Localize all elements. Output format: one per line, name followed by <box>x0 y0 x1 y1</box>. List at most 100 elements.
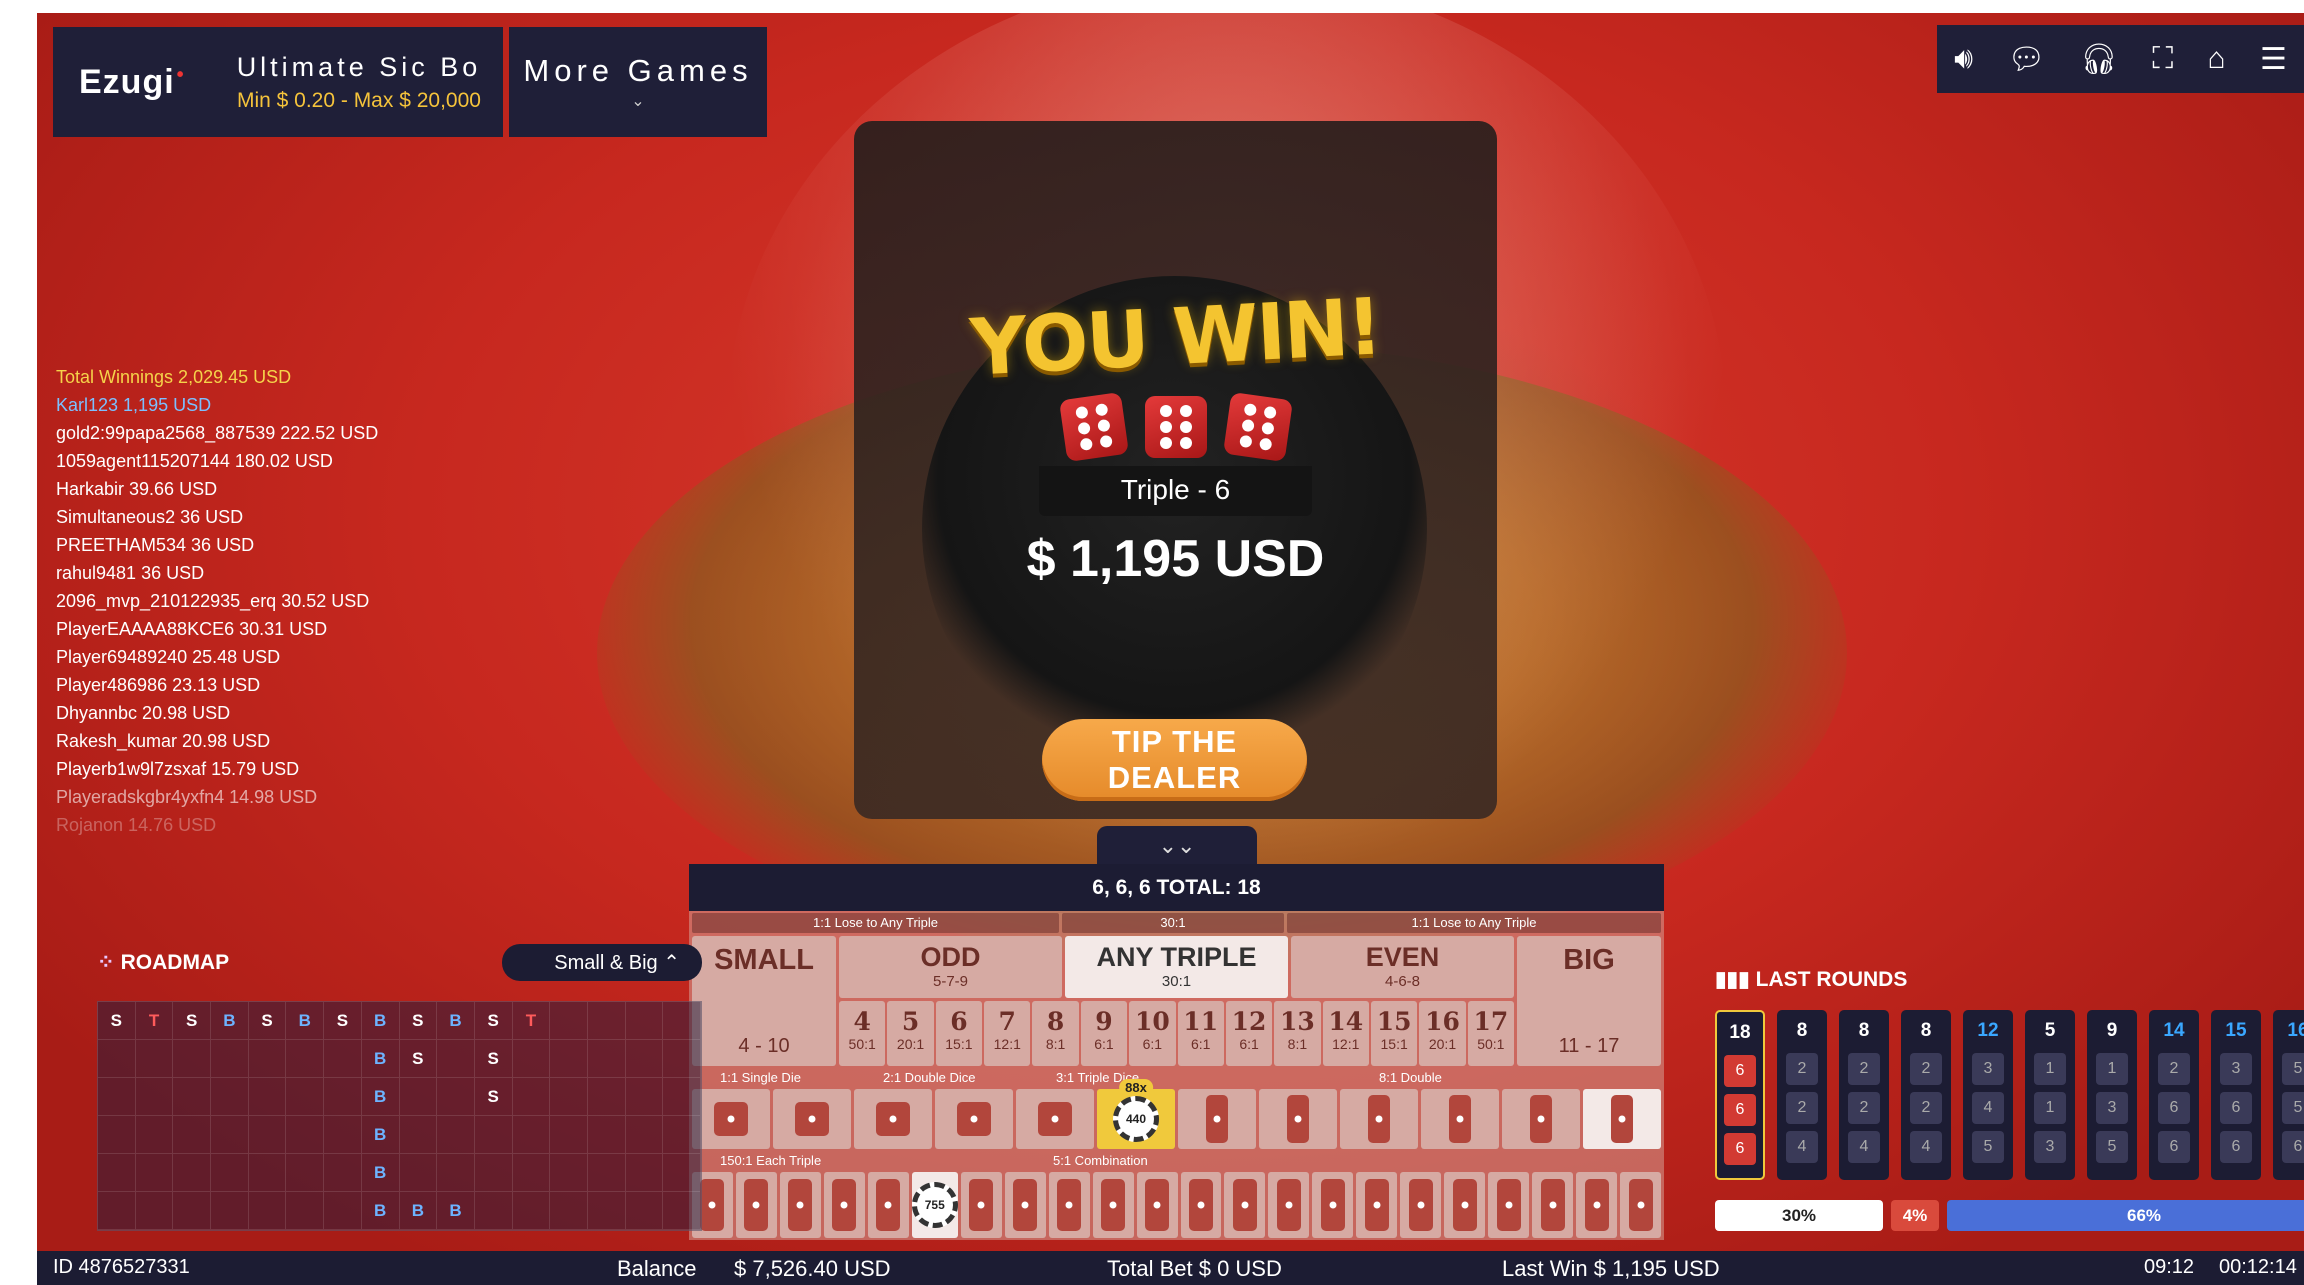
roadmap-cell: B <box>286 1002 325 1040</box>
bet-double[interactable] <box>1178 1089 1256 1149</box>
bet-each-triple[interactable] <box>867 1172 909 1238</box>
die-pair-icon <box>1189 1179 1213 1231</box>
bet-total-6[interactable]: 6 15:1 <box>935 1001 983 1066</box>
bet-total-17[interactable]: 17 50:1 <box>1467 1001 1515 1066</box>
bet-total-9[interactable]: 9 6:1 <box>1080 1001 1128 1066</box>
bet-combination[interactable] <box>1400 1172 1442 1238</box>
roadmap-cell <box>248 1154 287 1192</box>
die-pair-icon <box>1013 1179 1038 1231</box>
round-die-value: 1 <box>2096 1053 2128 1085</box>
bet-double-dice[interactable] <box>935 1089 1013 1149</box>
roadmap-cell: S <box>248 1002 287 1040</box>
bet-total-12[interactable]: 12 6:1 <box>1225 1001 1273 1066</box>
bet-total-15[interactable]: 15 15:1 <box>1370 1001 1418 1066</box>
outcome-distribution: 30% 4% 66% <box>1715 1200 2304 1231</box>
total-bet: Total Bet $ 0 USD <box>1107 1256 1282 1281</box>
bet-double-dice[interactable] <box>854 1089 932 1149</box>
roadmap-cell <box>512 1154 551 1192</box>
bet-double[interactable] <box>1421 1089 1499 1149</box>
chat-icon[interactable]: 💬︎ <box>2007 42 2045 77</box>
collapse-board-button[interactable]: ⌄⌄ <box>1097 826 1257 866</box>
die-pair-icon <box>1584 1179 1609 1231</box>
roadmap-cell <box>324 1116 362 1154</box>
bet-combination[interactable] <box>960 1172 1002 1238</box>
bet-total-5[interactable]: 5 20:1 <box>887 1001 934 1066</box>
round-die-value: 1 <box>2034 1092 2066 1124</box>
bet-each-triple-with-chip[interactable]: 755 <box>911 1172 958 1238</box>
bet-chip-icon: 755 <box>911 1182 958 1228</box>
roadmap-cell <box>211 1078 249 1116</box>
menu-icon[interactable]: ☰ <box>2260 42 2287 77</box>
bet-combination[interactable] <box>1268 1172 1310 1238</box>
chevron-up-icon: ⌃ <box>663 951 680 974</box>
bet-combination[interactable] <box>1576 1172 1618 1238</box>
bet-combination[interactable] <box>1180 1172 1222 1238</box>
home-icon[interactable]: ⌂ <box>2208 42 2226 76</box>
round-total: 5 <box>2044 1020 2056 1041</box>
bet-double[interactable] <box>1259 1089 1337 1149</box>
bet-each-triple[interactable] <box>823 1172 865 1238</box>
bet-combination[interactable] <box>1004 1172 1046 1238</box>
total-number: 8 <box>1046 1007 1065 1036</box>
bet-combination[interactable] <box>1532 1172 1574 1238</box>
bet-total-14[interactable]: 14 12:1 <box>1322 1001 1369 1066</box>
bet-triple-dice[interactable] <box>1016 1089 1094 1149</box>
bet-total-7[interactable]: 7 12:1 <box>984 1001 1031 1066</box>
bet-total-4[interactable]: 4 50:1 <box>839 1001 886 1066</box>
round-die-value: 6 <box>1724 1055 1756 1087</box>
bet-odd[interactable]: ODD 5-7-9 <box>839 936 1062 998</box>
bet-triple-six[interactable]: 88x 440 <box>1097 1079 1175 1149</box>
bet-combination[interactable] <box>1048 1172 1090 1238</box>
roadmap-cell: B <box>361 1192 400 1230</box>
bet-double[interactable] <box>1502 1089 1580 1149</box>
roadmap-mode-select[interactable]: Small & Big ⌃ <box>502 943 702 981</box>
bet-double[interactable] <box>1340 1089 1418 1149</box>
bet-even[interactable]: EVEN 4-6-8 <box>1291 936 1514 998</box>
win-modal: YOU WIN! Triple - 6 $ 1,195 USD TIP THE … <box>854 121 1497 819</box>
bet-each-triple[interactable] <box>735 1172 777 1238</box>
round-total: 8 <box>1920 1020 1932 1041</box>
tip-dealer-button[interactable]: TIP THE DEALER <box>1042 719 1307 801</box>
last-rounds-list: 18 6 6 6 8 2 2 4 8 2 2 4 8 2 2 4 12 3 4 5 5 1 1 3 9 1 3 5 14 2 6 6 15 3 6 6… <box>1715 1010 2304 1180</box>
bet-chip-icon: 440 <box>1113 1096 1159 1142</box>
odds-label: 5:1 Combination <box>1053 1153 1148 1168</box>
roadmap-cell <box>587 1116 626 1154</box>
bet-combination[interactable] <box>1224 1172 1266 1238</box>
bet-combination[interactable] <box>1136 1172 1178 1238</box>
bet-total-11[interactable]: 11 6:1 <box>1177 1001 1224 1066</box>
bet-total-8[interactable]: 8 8:1 <box>1032 1001 1079 1066</box>
more-games-button[interactable]: More Games ⌄ <box>509 27 767 137</box>
speaker-icon[interactable]: 🔊︎ <box>1954 42 1973 76</box>
round-die-value: 1 <box>2034 1053 2066 1085</box>
bet-any-triple[interactable]: ANY TRIPLE 30:1 <box>1065 936 1288 998</box>
bet-combination[interactable] <box>1488 1172 1530 1238</box>
bet-combination[interactable] <box>1444 1172 1486 1238</box>
headset-icon[interactable]: 🎧︎ <box>2080 42 2118 77</box>
round-result: 6, 6, 6 TOTAL: 18 <box>689 864 1664 911</box>
bet-total-10[interactable]: 10 6:1 <box>1129 1001 1176 1066</box>
bet-big[interactable]: BIG 11 - 17 <box>1517 936 1661 1066</box>
roadmap-cell <box>399 1116 438 1154</box>
clock: 09:12 <box>2144 1256 2195 1278</box>
die-pair-icon <box>1628 1179 1653 1231</box>
bet-combination[interactable] <box>1620 1172 1662 1238</box>
bet-total-13[interactable]: 13 8:1 <box>1274 1001 1321 1066</box>
bet-combination[interactable] <box>1312 1172 1354 1238</box>
roadmap-cell <box>625 1116 664 1154</box>
roadmap-cell <box>437 1078 475 1116</box>
fullscreen-icon[interactable]: ⛶ <box>2152 42 2173 76</box>
chip-value: 440 <box>1125 1112 1147 1126</box>
bet-combination[interactable] <box>1092 1172 1134 1238</box>
round-die-value: 4 <box>1786 1131 1818 1163</box>
bet-single-die[interactable] <box>692 1089 770 1149</box>
bet-single-die[interactable] <box>773 1089 851 1149</box>
small-percentage: 30% <box>1715 1200 1883 1231</box>
bet-combination[interactable] <box>1356 1172 1398 1238</box>
bet-double-six[interactable] <box>1583 1089 1661 1149</box>
bet-total-16[interactable]: 16 20:1 <box>1419 1001 1466 1066</box>
roadmap-cell <box>550 1154 588 1192</box>
die-pair-icon <box>788 1179 813 1231</box>
bet-each-triple[interactable] <box>779 1172 821 1238</box>
bet-small[interactable]: SMALL 4 - 10 <box>692 936 836 1066</box>
odds-label: 2:1 Double Dice <box>883 1070 976 1085</box>
